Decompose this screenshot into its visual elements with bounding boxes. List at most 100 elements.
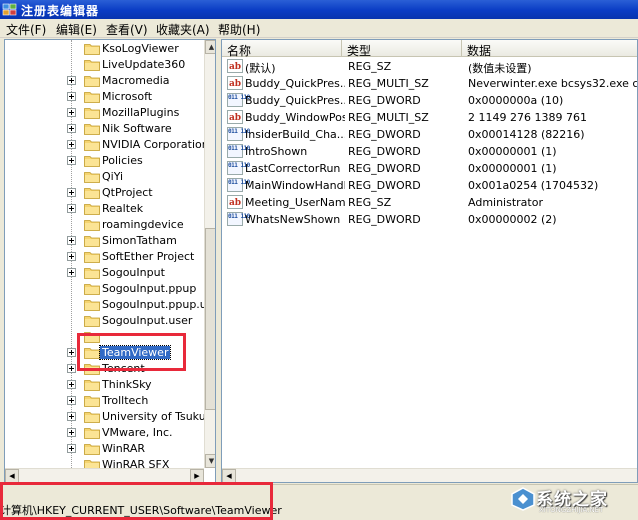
tree-item[interactable]: SogouInput.ppup.us	[5, 297, 213, 313]
tree-item[interactable]: SimonTatham	[5, 233, 205, 249]
menu-view[interactable]: 查看(V)	[106, 21, 148, 38]
tree-item[interactable]: QtProject	[5, 185, 205, 201]
watermark-subtext: XITONGZHIJIA.NET	[539, 506, 604, 514]
expand-plus-icon[interactable]	[67, 428, 76, 437]
tree-item[interactable]: Macromedia	[5, 73, 205, 89]
expand-plus-icon[interactable]	[67, 236, 76, 245]
window-title: 注册表编辑器	[21, 4, 100, 18]
scroll-down-arrow-icon[interactable]: ▼	[205, 454, 215, 468]
tree-item[interactable]: SogouInput.ppup	[5, 281, 205, 297]
folder-icon	[84, 60, 100, 71]
tree-item[interactable]: QiYi	[5, 169, 205, 185]
expand-plus-icon[interactable]	[67, 124, 76, 133]
tree-item[interactable]: Nik Software	[5, 121, 205, 137]
expand-plus-icon[interactable]	[67, 188, 76, 197]
folder-icon	[84, 188, 100, 199]
expand-plus-icon[interactable]	[67, 348, 76, 357]
watermark: 系统之家 XITONGZHIJIA.NET	[506, 482, 636, 520]
expand-plus-icon[interactable]	[67, 380, 76, 389]
string-value-icon: ab	[227, 59, 243, 73]
value-data: 0x00014128 (82216)	[468, 128, 585, 141]
tree-item[interactable]: SogouInput	[5, 265, 205, 281]
folder-icon	[84, 252, 100, 263]
menu-help[interactable]: 帮助(H)	[218, 21, 260, 38]
value-type: REG_DWORD	[348, 145, 421, 158]
tree-item[interactable]: MozillaPlugins	[5, 105, 205, 121]
tree-item[interactable]: SogouInput.user	[5, 313, 205, 329]
tree-item[interactable]: Trolltech	[5, 393, 205, 409]
value-row[interactable]: ab Meeting_UserName REG_SZ Administrator	[222, 194, 637, 211]
tree-item[interactable]: University of Tsukub	[5, 409, 213, 425]
expand-plus-icon[interactable]	[67, 396, 76, 405]
tree-item-label: Trolltech	[102, 394, 149, 407]
highlight-box-status-path	[0, 482, 273, 520]
value-data: 2 1149 276 1389 761	[468, 111, 587, 124]
scroll-up-arrow-icon[interactable]: ▲	[205, 40, 215, 54]
tree-item[interactable]: NVIDIA Corporation	[5, 137, 209, 153]
expand-plus-icon[interactable]	[67, 156, 76, 165]
expand-plus-icon[interactable]	[67, 92, 76, 101]
column-header-type[interactable]: 类型	[342, 40, 462, 58]
binary-value-icon: 011 110	[227, 93, 250, 107]
column-header-data[interactable]: 数据	[462, 40, 637, 58]
menu-favorites[interactable]: 收藏夹(A)	[156, 21, 210, 38]
column-header-name[interactable]: 名称	[222, 40, 342, 58]
scroll-left-arrow-icon[interactable]: ◀	[5, 469, 19, 482]
tree-item[interactable]: SoftEther Project	[5, 249, 205, 265]
tree-item-label: QiYi	[102, 170, 124, 183]
tree-item[interactable]: VMware, Inc.	[5, 425, 205, 441]
list-horizontal-scrollbar[interactable]: ◀	[222, 468, 637, 482]
value-row[interactable]: ab (默认) REG_SZ (数值未设置)	[222, 58, 637, 75]
tree-item-label: Nik Software	[102, 122, 172, 135]
value-row[interactable]: ab Buddy_QuickPres... REG_MULTI_SZ Neverwin…	[222, 75, 637, 92]
expand-plus-icon[interactable]	[67, 268, 76, 277]
value-type: REG_DWORD	[348, 162, 421, 175]
value-row[interactable]: 011 110 Buddy_QuickPres... REG_DWORD 0x0000…	[222, 92, 637, 109]
scroll-right-arrow-icon[interactable]: ▶	[190, 469, 204, 482]
value-row[interactable]: 011 110 IntroShown REG_DWORD 0x00000001 (1)	[222, 143, 637, 160]
tree-item-label: SogouInput.ppup	[102, 282, 197, 295]
expand-plus-icon[interactable]	[67, 76, 76, 85]
scroll-thumb[interactable]	[205, 228, 215, 410]
tree-item[interactable]: Policies	[5, 153, 205, 169]
tree-item[interactable]: LiveUpdate360	[5, 57, 205, 73]
tree-horizontal-scrollbar[interactable]: ◀ ▶	[5, 468, 204, 482]
value-name: Buddy_WindowPos	[245, 111, 345, 124]
tree-item[interactable]: ThinkSky	[5, 377, 205, 393]
tree-item-label: Realtek	[102, 202, 144, 215]
value-row[interactable]: 011 110 WhatsNewShown REG_DWORD 0x00000002 …	[222, 211, 637, 228]
value-row[interactable]: ab Buddy_WindowPos REG_MULTI_SZ 2 1149 276 …	[222, 109, 637, 126]
value-list-pane[interactable]: 名称 类型 数据 ab (默认) REG_SZ (数值未设置) ab Buddy_Quic…	[221, 39, 638, 483]
tree-item-label: SoftEther Project	[102, 250, 195, 263]
menu-edit[interactable]: 编辑(E)	[56, 21, 97, 38]
folder-icon	[84, 44, 100, 55]
expand-plus-icon[interactable]	[67, 252, 76, 261]
expand-plus-icon[interactable]	[67, 204, 76, 213]
value-row[interactable]: 011 110 MainWindowHandle REG_DWORD 0x001a02…	[222, 177, 637, 194]
tree-item[interactable]: roamingdevice	[5, 217, 205, 233]
expand-plus-icon[interactable]	[67, 444, 76, 453]
tree-item[interactable]: Realtek	[5, 201, 205, 217]
value-row[interactable]: 011 110 LastCorrectorRun REG_DWORD 0x000000…	[222, 160, 637, 177]
value-row[interactable]: 011 110 InsiderBuild_Cha... REG_DWORD 0x000…	[222, 126, 637, 143]
folder-icon	[84, 444, 100, 455]
expand-plus-icon[interactable]	[67, 140, 76, 149]
value-name: (默认)	[245, 62, 276, 75]
tree-item-label: SimonTatham	[102, 234, 177, 247]
expand-plus-icon[interactable]	[67, 108, 76, 117]
value-name: InsiderBuild_Cha...	[245, 128, 345, 141]
scroll-left-arrow-icon[interactable]: ◀	[222, 469, 236, 482]
folder-icon	[84, 124, 100, 135]
folder-icon	[84, 172, 100, 183]
tree-item[interactable]: KsoLogViewer	[5, 41, 205, 57]
folder-icon	[84, 92, 100, 103]
registry-editor-icon	[2, 3, 17, 16]
tree-vertical-scrollbar[interactable]: ▲ ▼	[204, 40, 215, 468]
expand-plus-icon[interactable]	[67, 412, 76, 421]
tree-item[interactable]: WinRAR	[5, 441, 205, 457]
expand-plus-icon[interactable]	[67, 364, 76, 373]
menu-file[interactable]: 文件(F)	[6, 21, 46, 38]
key-tree-pane[interactable]: KsoLogViewer LiveUpdate360 Macromedia Micro…	[4, 39, 216, 483]
tree-item-label: MozillaPlugins	[102, 106, 180, 119]
tree-item[interactable]: Microsoft	[5, 89, 205, 105]
